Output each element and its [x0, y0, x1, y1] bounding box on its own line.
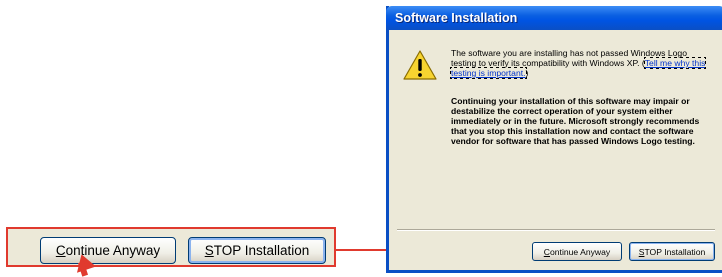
continue-anyway-button-zoomed[interactable]: Continue Anyway [40, 237, 176, 264]
warning-icon [403, 50, 437, 80]
stop-installation-button[interactable]: S TOP Installation [629, 242, 715, 261]
message-close: ) [525, 68, 529, 78]
logo-testing-message: The software you are installing has not … [449, 48, 709, 79]
mnemonic-s: S [204, 243, 214, 258]
divider [397, 229, 715, 231]
software-installation-dialog: Software Installation The software you a… [386, 6, 722, 273]
stop-label: TOP Installation [644, 246, 706, 257]
continue-label: ontinue Anyway [550, 246, 611, 257]
stop-label: TOP Installation [213, 243, 310, 258]
stop-installation-button-zoomed[interactable]: S TOP Installation [188, 237, 326, 264]
zoom-callout: Continue Anyway S TOP Installation [6, 227, 336, 267]
mnemonic-c: C [55, 243, 66, 258]
dialog-title: Software Installation [386, 6, 722, 30]
continue-anyway-button[interactable]: Continue Anyway [532, 242, 622, 261]
warning-text: Continuing your installation of this sof… [451, 96, 700, 146]
